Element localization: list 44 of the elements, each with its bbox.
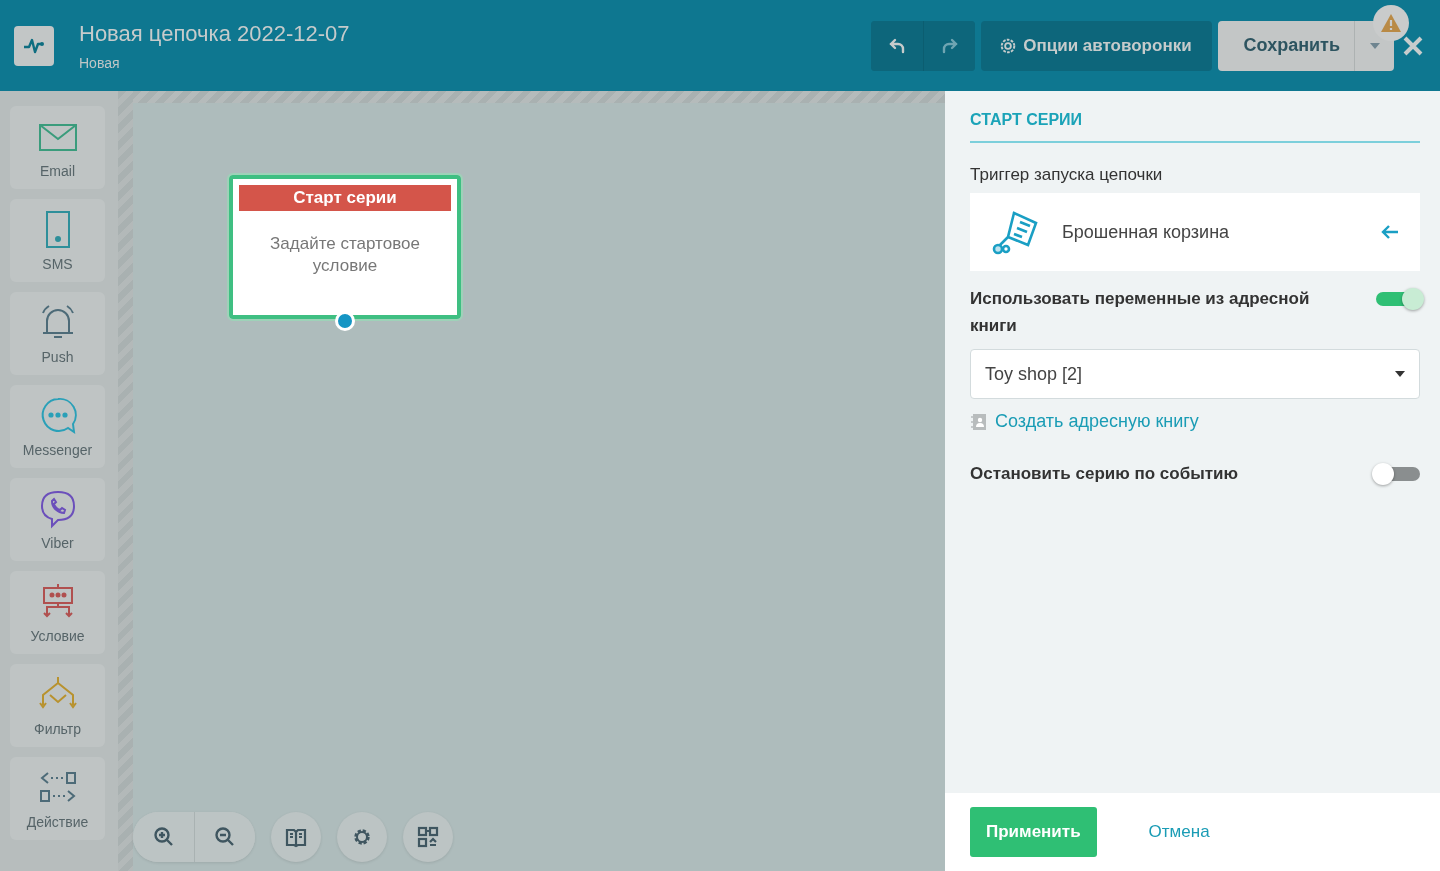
zoom-out-button[interactable] <box>194 812 255 862</box>
settings-button[interactable] <box>337 812 387 862</box>
palette-item[interactable]: Messenger <box>10 385 105 468</box>
palette-item[interactable]: Фильтр <box>10 664 105 747</box>
zoom-in-button[interactable] <box>133 812 194 862</box>
node-title: Старт серии <box>239 185 451 211</box>
create-address-book-link[interactable]: Создать адресную книгу <box>995 411 1199 432</box>
start-node-card[interactable]: Старт серии Задайте стартовое условие <box>229 175 461 319</box>
trigger-card[interactable]: Брошенная корзина <box>970 193 1420 271</box>
address-book-select[interactable]: Toy shop [2] <box>970 349 1420 399</box>
apply-button[interactable]: Применить <box>970 807 1097 857</box>
palette-item[interactable]: Условие <box>10 571 105 654</box>
toggle-label: Остановить серию по событию <box>970 463 1240 485</box>
layout-button[interactable] <box>403 812 453 862</box>
palette-item[interactable]: Push <box>10 292 105 375</box>
book-button[interactable] <box>271 812 321 862</box>
palette-item[interactable]: Viber <box>10 478 105 561</box>
panel-heading: СТАРТ СЕРИИ <box>970 111 1420 143</box>
funnel-options-button[interactable]: Опции автоворонки <box>981 20 1212 71</box>
caret-icon <box>1395 371 1405 377</box>
trigger-value: Брошенная корзина <box>1062 221 1231 243</box>
warning-icon <box>1380 12 1402 33</box>
palette-item[interactable]: Email <box>10 106 105 189</box>
pulse-logo-icon <box>14 25 54 66</box>
zoom-in-icon <box>152 826 175 848</box>
palette-item[interactable]: Действие <box>10 757 105 840</box>
chain-status: Новая <box>79 54 121 71</box>
gear-icon <box>351 826 373 848</box>
trigger-label: Триггер запуска цепочки <box>970 165 1164 185</box>
zoom-out-icon <box>214 826 236 848</box>
contact-book-icon <box>970 412 988 431</box>
cancel-button[interactable]: Отмена <box>1142 821 1216 843</box>
caret-icon <box>1369 42 1380 49</box>
back-arrow-icon[interactable] <box>1380 223 1400 241</box>
node-output-port[interactable] <box>335 311 355 331</box>
toggle-label: Использовать переменные из адресной книги <box>970 288 1311 337</box>
undo-button[interactable] <box>871 20 924 71</box>
close-icon[interactable] <box>1402 34 1424 57</box>
chain-title: Новая цепочка 2022-12-07 <box>79 20 350 47</box>
node-hint: Задайте стартовое условие <box>269 233 421 277</box>
gear-icon <box>999 36 1018 55</box>
palette-item[interactable]: SMS <box>10 199 105 282</box>
layout-icon <box>417 826 439 848</box>
book-icon <box>285 826 307 848</box>
